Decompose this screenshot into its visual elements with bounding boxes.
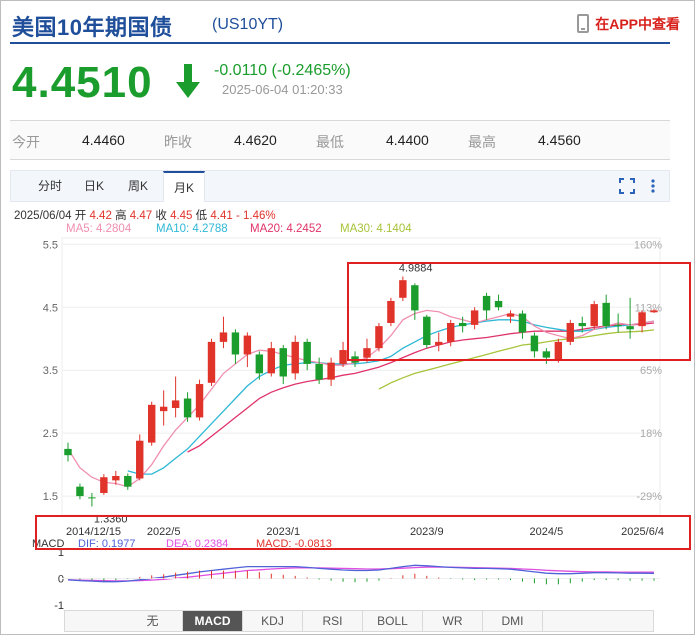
candle-body xyxy=(363,348,371,358)
candle-body xyxy=(303,341,311,364)
x-tick-label: 2014/12/15 xyxy=(66,526,121,538)
candle-body xyxy=(315,363,323,380)
ma10-line xyxy=(127,319,655,475)
candle-body xyxy=(100,477,108,493)
candle-body xyxy=(88,497,96,499)
candle-body xyxy=(207,341,216,383)
candle-body xyxy=(243,335,252,355)
indicator-kdj[interactable]: KDJ xyxy=(243,611,303,631)
kline-chart[interactable]: 5.5 160%4.5 113%3.5 65%2.5 18%1.5 -29% 4.9884… xyxy=(0,0,695,635)
y-tick-label: 5.5 xyxy=(43,239,58,251)
candle-body xyxy=(458,322,467,327)
candle-body xyxy=(650,310,658,313)
ma5-line xyxy=(67,309,655,488)
candle-body xyxy=(124,475,132,487)
candle-body xyxy=(435,341,443,346)
candle-body xyxy=(411,285,419,311)
indicator-none[interactable]: 无 xyxy=(123,611,183,631)
candle-body xyxy=(159,406,168,412)
candle-body xyxy=(291,341,299,374)
indicator-boll[interactable]: BOLL xyxy=(363,611,423,631)
candle-body xyxy=(399,280,407,298)
candle-body xyxy=(279,348,287,377)
ma20-line xyxy=(187,322,655,453)
candle-body xyxy=(387,300,395,323)
candle-body xyxy=(375,326,383,349)
candle-body xyxy=(255,354,264,374)
candle-body xyxy=(267,348,276,374)
x-tick-label: 2023/1 xyxy=(266,526,300,538)
y-tick-pct-label: -29% xyxy=(636,491,662,503)
max-price-label: 4.9884 xyxy=(399,262,433,274)
candle-body xyxy=(602,302,610,327)
candle-body xyxy=(195,384,204,418)
candle-body xyxy=(554,341,563,361)
y-tick-pct-label: 160% xyxy=(634,239,662,251)
candle-body xyxy=(423,316,431,346)
candle-body xyxy=(614,324,622,326)
candle-body xyxy=(446,322,455,342)
candle-body xyxy=(183,398,192,418)
indicator-macd[interactable]: MACD xyxy=(183,611,243,631)
indicator-wr[interactable]: WR xyxy=(423,611,483,631)
candle-body xyxy=(327,362,335,380)
candle-body xyxy=(590,304,598,327)
x-tick-label: 2025/6/4 xyxy=(621,526,664,538)
indicator-rsi[interactable]: RSI xyxy=(303,611,363,631)
candle-body xyxy=(530,335,539,352)
candle-body xyxy=(566,322,575,342)
candle-body xyxy=(64,448,72,456)
candle-body xyxy=(542,351,551,358)
candle-body xyxy=(147,404,156,443)
macd-tick-label: 0 xyxy=(58,574,64,586)
candle-body xyxy=(482,295,491,311)
indicator-bar: 无 MACD KDJ RSI BOLL WR DMI xyxy=(64,610,654,632)
candle-body xyxy=(171,400,180,408)
macd-tick-label: -1 xyxy=(54,600,64,612)
candle-body xyxy=(76,486,84,497)
candle-body xyxy=(506,313,515,317)
y-tick-pct-label: 65% xyxy=(640,365,662,377)
candle-body xyxy=(626,326,634,330)
y-tick-pct-label: 18% xyxy=(640,428,662,440)
x-tick-label: 2023/9 xyxy=(410,526,444,538)
candle-body xyxy=(638,312,646,327)
candle-body xyxy=(494,300,503,308)
candle-body xyxy=(339,350,347,364)
x-tick-label: 2022/5 xyxy=(147,526,181,538)
y-tick-label: 2.5 xyxy=(43,428,58,440)
indicator-dmi[interactable]: DMI xyxy=(483,611,543,631)
y-tick-label: 4.5 xyxy=(43,302,58,314)
candle-body xyxy=(470,310,479,325)
x-tick-label: 2024/5 xyxy=(530,526,564,538)
candle-body xyxy=(219,332,228,342)
candle-body xyxy=(136,440,144,479)
candle-body xyxy=(112,475,120,481)
candle-body xyxy=(231,332,240,355)
candle-body xyxy=(578,322,586,327)
y-tick-label: 3.5 xyxy=(43,365,58,377)
candle-body xyxy=(518,313,527,333)
y-tick-label: 1.5 xyxy=(43,491,58,503)
